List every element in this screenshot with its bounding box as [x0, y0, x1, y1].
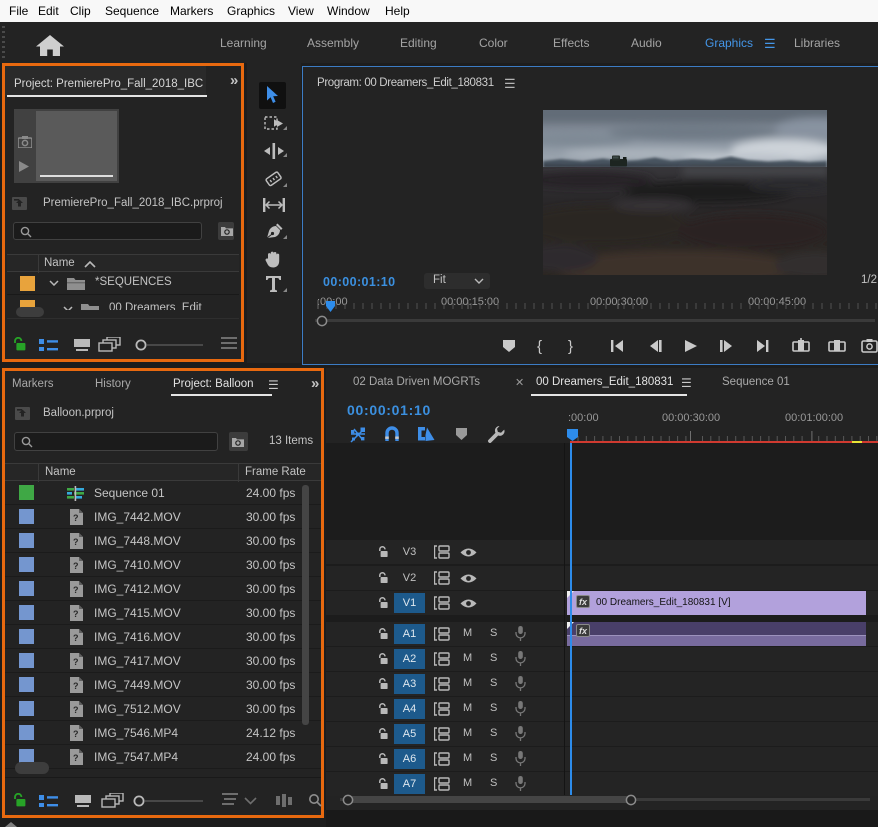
svg-text:?: ? — [73, 681, 79, 691]
svg-text:{: { — [537, 338, 542, 354]
svg-text:?: ? — [73, 609, 79, 619]
svg-text:?: ? — [73, 561, 79, 571]
svg-text:?: ? — [73, 513, 79, 523]
svg-text:}: } — [568, 338, 573, 354]
svg-text:?: ? — [73, 705, 79, 715]
svg-text:?: ? — [73, 657, 79, 667]
svg-text:?: ? — [73, 729, 79, 739]
svg-text:?: ? — [73, 633, 79, 643]
svg-text:?: ? — [73, 537, 79, 547]
svg-text:?: ? — [73, 585, 79, 595]
svg-text:?: ? — [73, 753, 79, 763]
